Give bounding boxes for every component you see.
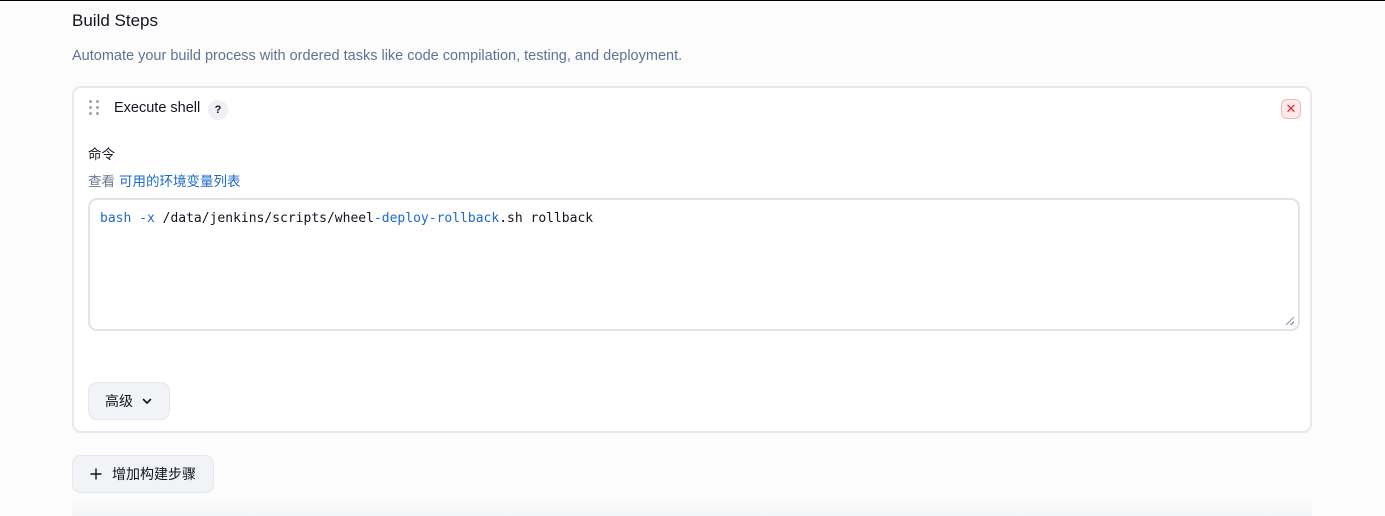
add-build-step-label: 增加构建步骤 xyxy=(112,466,196,482)
drag-handle-icon[interactable] xyxy=(89,100,99,116)
help-icon[interactable]: ? xyxy=(208,100,228,120)
section-title: Build Steps xyxy=(72,11,158,30)
chevron-down-icon xyxy=(142,398,152,404)
advanced-button[interactable]: 高级 xyxy=(88,382,170,420)
cmd-token: -deploy-rollback xyxy=(373,211,500,226)
env-hint: 查看 可用的环境变量列表 xyxy=(88,170,241,190)
advanced-label: 高级 xyxy=(105,393,133,409)
command-text[interactable]: bash -x /data/jenkins/scripts/wheel-depl… xyxy=(100,211,593,226)
cmd-token: /data/jenkins/scripts/wheel xyxy=(154,211,374,226)
section-description: Automate your build process with ordered… xyxy=(72,48,683,64)
remove-step-button[interactable]: ✕ xyxy=(1281,99,1301,119)
plus-icon xyxy=(90,468,102,480)
env-hint-prefix: 查看 xyxy=(88,174,115,189)
cmd-token: .sh rollback xyxy=(499,211,594,226)
command-label: 命令 xyxy=(88,147,115,162)
top-divider xyxy=(0,0,1385,1)
cmd-token xyxy=(131,211,139,226)
resize-handle-icon[interactable] xyxy=(1286,317,1294,325)
build-step-card: Execute shell ? ✕ 命令 查看 可用的环境变量列表 bash -x… xyxy=(72,86,1312,433)
env-vars-link[interactable]: 可用的环境变量列表 xyxy=(119,174,241,189)
cmd-token: -x xyxy=(139,211,155,226)
step-title: Execute shell xyxy=(114,100,201,116)
add-build-step-button[interactable]: 增加构建步骤 xyxy=(72,455,214,493)
command-textarea[interactable]: bash -x /data/jenkins/scripts/wheel-depl… xyxy=(88,198,1300,331)
bottom-fade xyxy=(72,500,1312,516)
cmd-token: bash xyxy=(100,211,132,226)
